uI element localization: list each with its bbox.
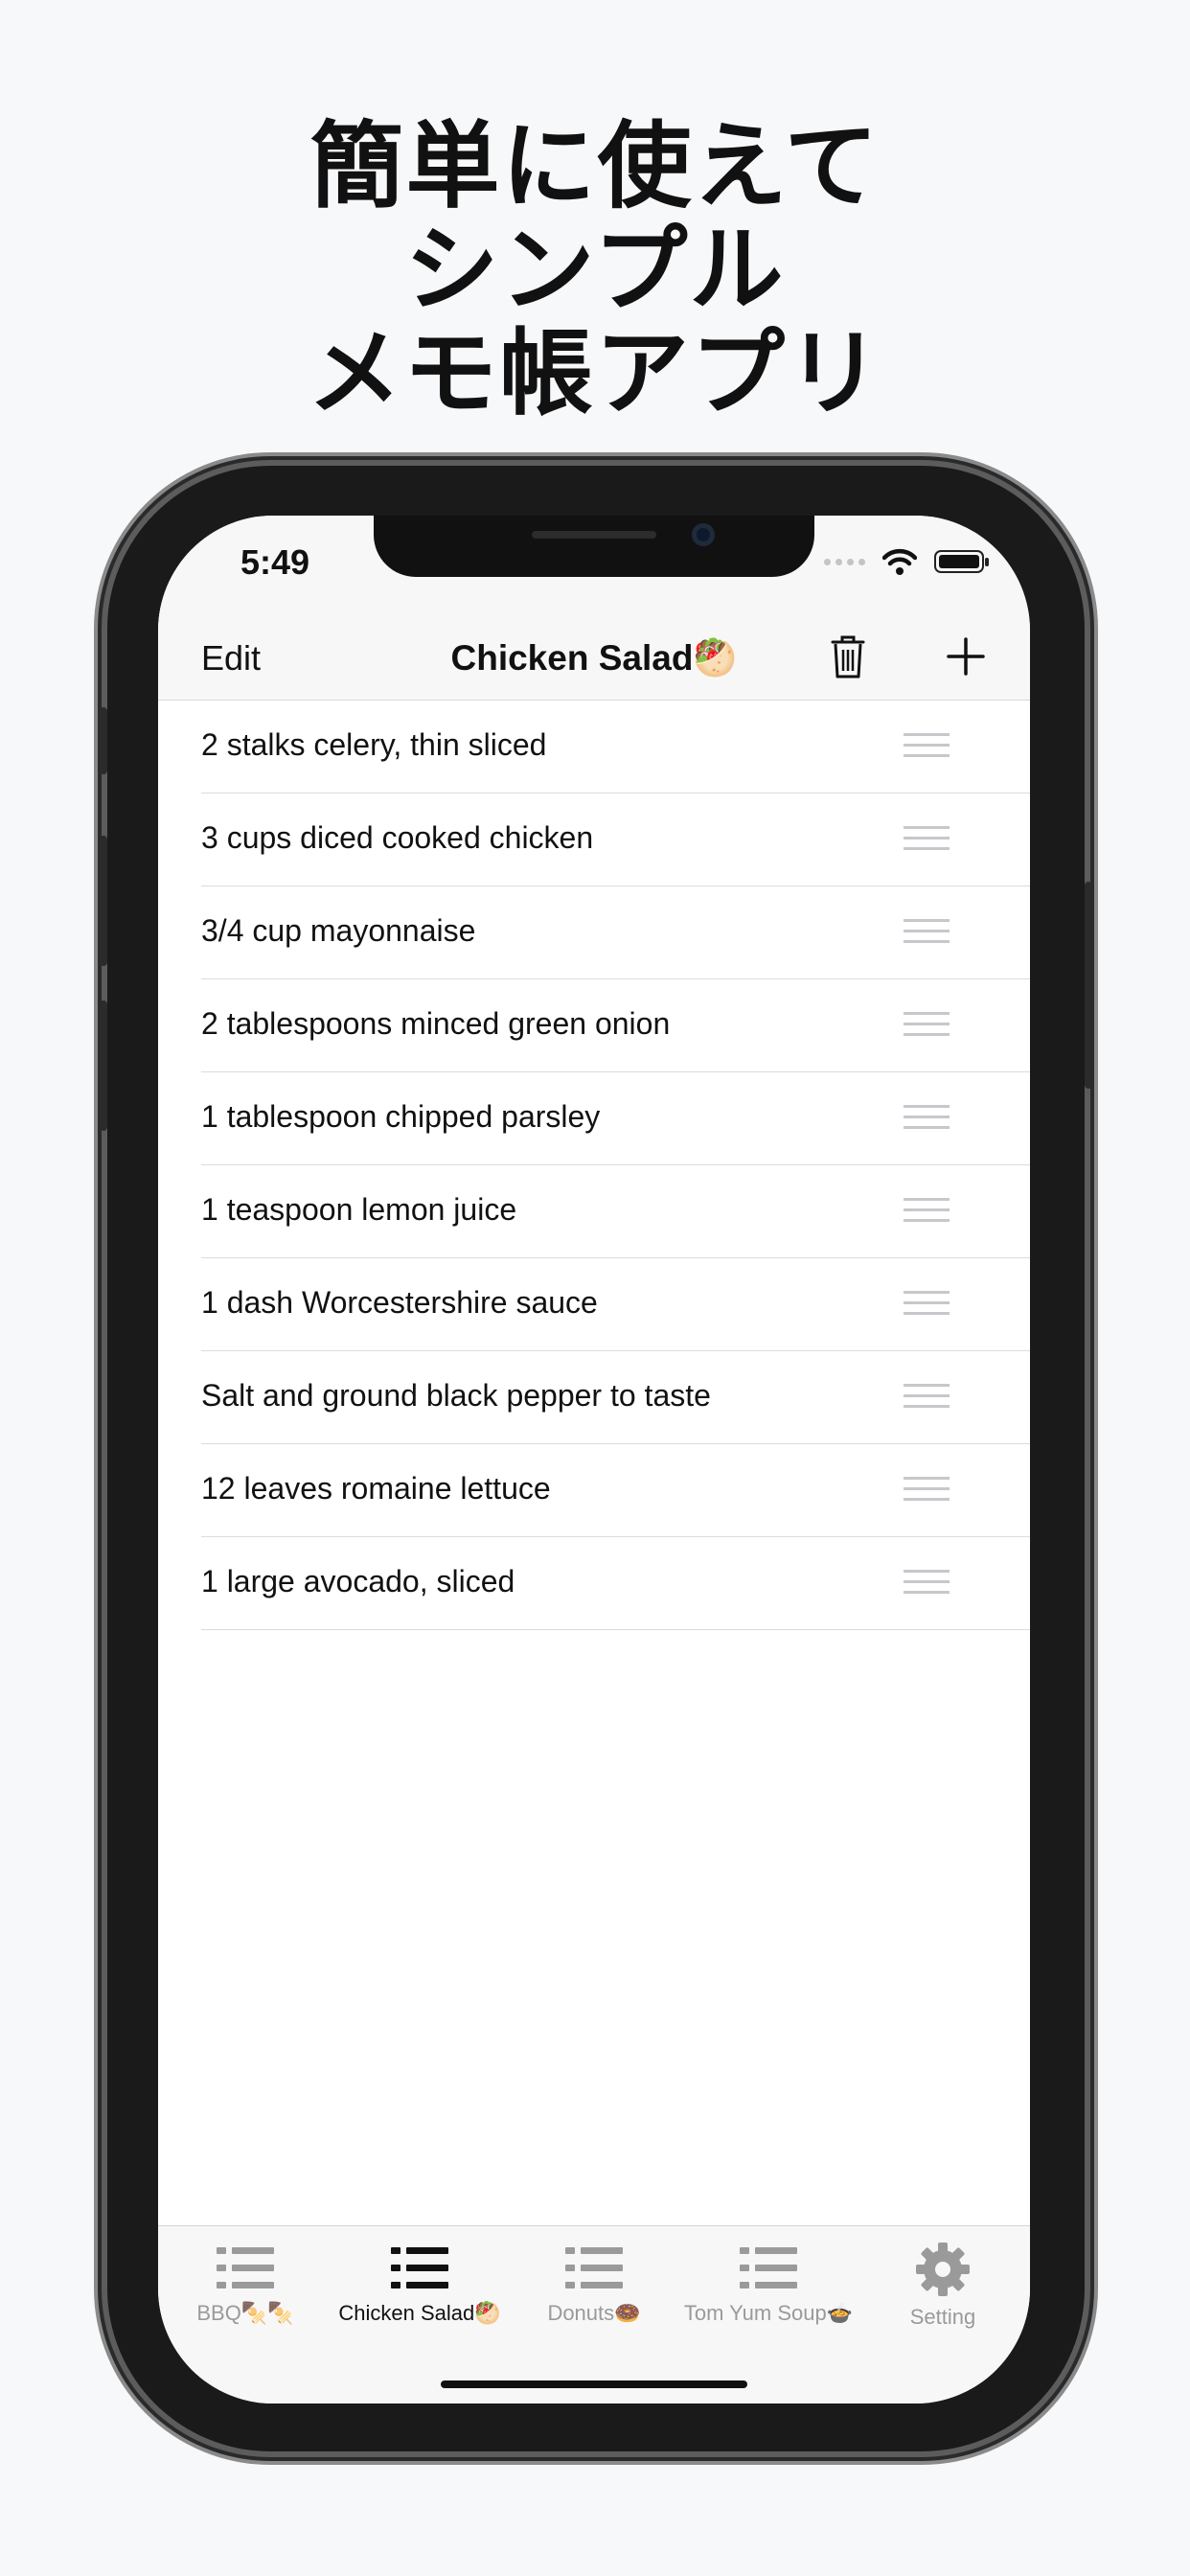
list-item[interactable]: 2 stalks celery, thin sliced <box>201 701 1030 794</box>
headline-line-3: メモ帳アプリ <box>307 319 882 428</box>
tab-chicken-salad[interactable]: Chicken Salad🥙 <box>332 2236 507 2341</box>
page-title-text: Chicken Salad🥙 <box>450 638 738 678</box>
volume-up-button <box>100 836 107 966</box>
list-item[interactable]: Salt and ground black pepper to taste <box>201 1351 1030 1444</box>
tab-label: Setting <box>909 2305 976 2329</box>
tab-bbq[interactable]: BBQ🍢🍢 <box>158 2236 332 2341</box>
signal-icon <box>824 558 865 565</box>
list-item-text: 1 tablespoon chipped parsley <box>201 1099 601 1134</box>
list-item-text: 12 leaves romaine lettuce <box>201 1471 551 1506</box>
tab-donuts[interactable]: Donuts🍩 <box>507 2236 681 2341</box>
trash-icon[interactable] <box>829 632 867 680</box>
reorder-icon[interactable] <box>904 1105 950 1132</box>
list-item-text: 1 dash Worcestershire sauce <box>201 1285 598 1320</box>
home-indicator[interactable] <box>441 2380 747 2388</box>
list-icon <box>391 2242 448 2297</box>
notch <box>374 516 814 577</box>
list-item[interactable]: 1 large avocado, sliced <box>201 1537 1030 1630</box>
list-icon <box>217 2242 274 2297</box>
mute-switch <box>100 707 107 774</box>
list-icon <box>740 2242 797 2297</box>
list-item-text: 2 tablespoons minced green onion <box>201 1006 671 1041</box>
reorder-icon[interactable] <box>904 826 950 853</box>
reorder-icon[interactable] <box>904 919 950 946</box>
wifi-icon <box>882 548 917 575</box>
reorder-icon[interactable] <box>904 1012 950 1039</box>
status-time: 5:49 <box>240 542 310 582</box>
list-item-text: 3/4 cup mayonnaise <box>201 913 476 948</box>
list-item[interactable]: 2 tablespoons minced green onion <box>201 979 1030 1072</box>
speaker <box>532 531 656 539</box>
list-item[interactable]: 12 leaves romaine lettuce <box>201 1444 1030 1537</box>
navigation-bar: Edit Chicken Salad🥙 <box>158 621 1030 701</box>
reorder-icon[interactable] <box>904 1291 950 1318</box>
headline-line-1: 簡単に使えて <box>309 112 881 221</box>
headline-line-2: シンプル <box>404 216 786 325</box>
list-item[interactable]: 1 dash Worcestershire sauce <box>201 1258 1030 1351</box>
list-item[interactable]: 3/4 cup mayonnaise <box>201 886 1030 979</box>
tab-tom-yum-soup[interactable]: Tom Yum Soup🍲 <box>681 2236 856 2341</box>
phone-screen: 5:49 Edit Chicken Salad🥙 2 stalks celery… <box>158 516 1030 2404</box>
list-item-text: 1 large avocado, sliced <box>201 1564 515 1598</box>
reorder-icon[interactable] <box>904 733 950 760</box>
tab-label: Donuts🍩 <box>547 2301 641 2325</box>
list-item-text: 1 teaspoon lemon juice <box>201 1192 517 1227</box>
tab-label: BBQ🍢🍢 <box>196 2301 294 2325</box>
list-item-text: Salt and ground black pepper to taste <box>201 1378 711 1413</box>
front-camera <box>692 523 715 546</box>
tab-bar: BBQ🍢🍢 Chicken Salad🥙 Donuts🍩 Tom Yum Sou… <box>158 2225 1030 2404</box>
list-item-text: 2 stalks celery, thin sliced <box>201 727 547 762</box>
reorder-icon[interactable] <box>904 1477 950 1504</box>
page-title: Chicken Salad🥙 <box>158 638 1030 679</box>
list-icon <box>565 2242 623 2297</box>
reorder-icon[interactable] <box>904 1570 950 1597</box>
tab-label: Chicken Salad🥙 <box>338 2301 501 2325</box>
battery-icon <box>934 550 989 573</box>
reorder-icon[interactable] <box>904 1384 950 1411</box>
reorder-icon[interactable] <box>904 1198 950 1225</box>
plus-icon[interactable] <box>944 634 988 678</box>
list-item[interactable]: 1 teaspoon lemon juice <box>201 1165 1030 1258</box>
tab-setting[interactable]: Setting <box>856 2236 1030 2341</box>
gear-icon <box>916 2242 970 2296</box>
list-item[interactable]: 3 cups diced cooked chicken <box>201 794 1030 886</box>
volume-down-button <box>100 1000 107 1131</box>
tab-label: Tom Yum Soup🍲 <box>683 2301 854 2325</box>
status-indicators <box>824 548 989 575</box>
promo-headline: 簡単に使えて シンプル メモ帳アプリ <box>0 115 1190 426</box>
list-item-text: 3 cups diced cooked chicken <box>201 820 594 855</box>
list-item[interactable]: 1 tablespoon chipped parsley <box>201 1072 1030 1165</box>
ingredient-list: 2 stalks celery, thin sliced 3 cups dice… <box>158 701 1030 1630</box>
power-button <box>1085 882 1092 1089</box>
